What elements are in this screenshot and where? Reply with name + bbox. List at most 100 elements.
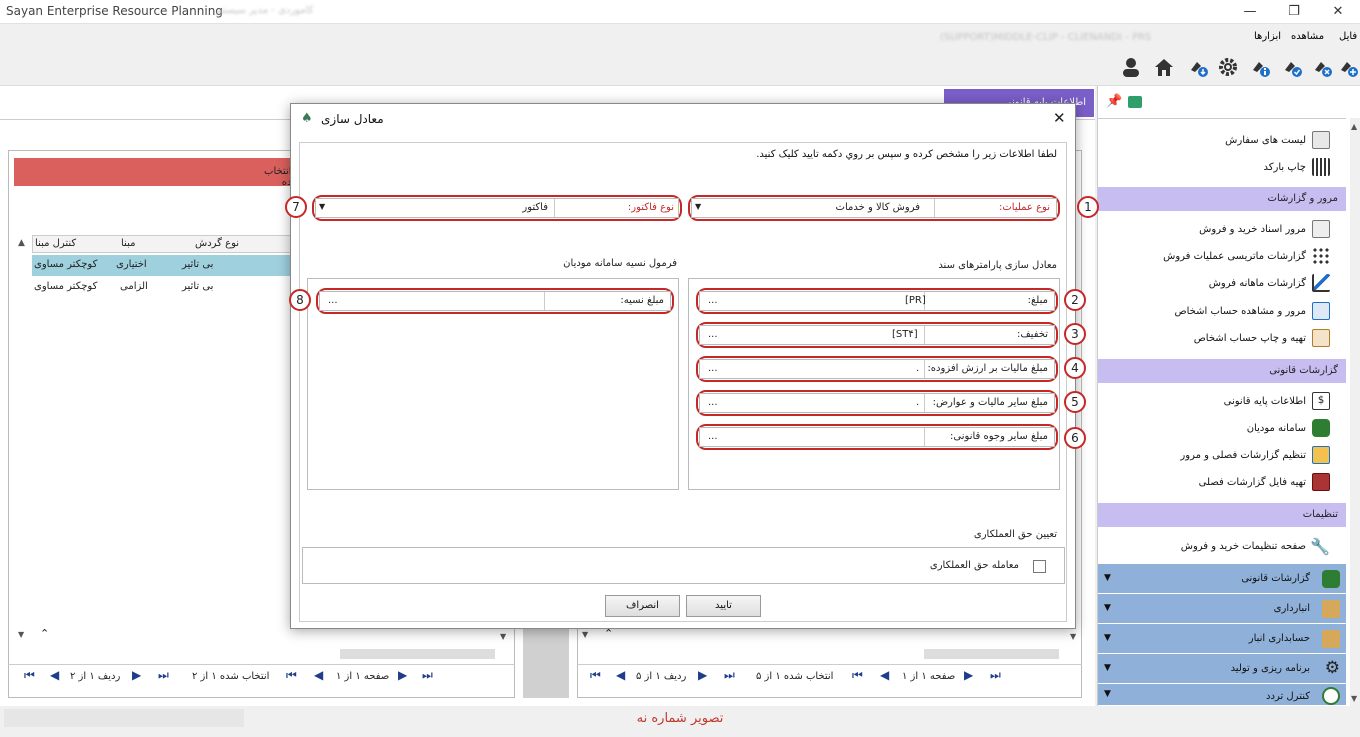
amount-field[interactable]: مبلغ: [PR] ... — [699, 291, 1055, 311]
dropdown-arrow-icon[interactable]: ▼ — [319, 202, 325, 211]
sidebar-item-browse-docs[interactable]: مرور اسناد خرید و فروش — [1098, 216, 1346, 243]
menu-view[interactable]: مشاهده — [1291, 31, 1324, 42]
caption: تصویر شماره نه — [636, 711, 724, 726]
sidebar-section-settings[interactable]: تنظیمات — [1098, 503, 1346, 527]
legal-funds-browse-button[interactable]: ... — [708, 431, 718, 442]
commission-checkbox[interactable] — [1033, 560, 1046, 573]
first-row-icon[interactable]: ⏮ — [24, 668, 35, 683]
scroll-down-icon-2[interactable]: ▼ — [582, 630, 588, 639]
chevron-down-icon: ▼ — [1104, 573, 1111, 583]
module-attendance[interactable]: ▼ کنترل تردد — [1098, 684, 1346, 706]
chevron-down-icon: ▼ — [1104, 633, 1111, 643]
plug-down-icon[interactable] — [1186, 56, 1210, 80]
credit-amount-field[interactable]: مبلغ نسیه: ... — [319, 291, 671, 311]
sidebar-item-label: لیست های سفارش — [1225, 135, 1306, 146]
prev-page-icon[interactable]: ◀ — [314, 668, 323, 682]
next-row-icon[interactable]: ▶ — [132, 668, 141, 682]
discount-value: [ST۴] — [892, 329, 918, 340]
first-row-icon-2[interactable]: ⏮ — [590, 668, 601, 683]
horizontal-scrollbar-2[interactable] — [924, 649, 1059, 659]
next-row-icon-2[interactable]: ▶ — [698, 668, 707, 682]
pin-icon[interactable]: 📌 — [1106, 94, 1122, 109]
scroll-down-icon-sb[interactable]: ▼ — [1351, 694, 1357, 703]
home-icon[interactable] — [1152, 56, 1176, 80]
discount-field[interactable]: تخفیف: [ST۴] ... — [699, 325, 1055, 345]
invoice-type-select[interactable]: نوع فاکتور: فاکتور ▼ — [315, 198, 679, 218]
scroll-up-icon[interactable]: ▲ — [1351, 122, 1357, 131]
other-taxes-field[interactable]: مبلغ سایر مالیات و عوارض: . ... — [699, 393, 1055, 413]
sidebar-item-matrix-reports[interactable]: گزارشات ماتریسی عملیات فروش — [1098, 243, 1346, 270]
other-taxes-browse-button[interactable]: ... — [708, 397, 718, 408]
next-page-icon[interactable]: ▶ — [398, 668, 407, 682]
vat-field[interactable]: مبلغ مالیات بر ارزش افزوده: . ... — [699, 359, 1055, 379]
col-type[interactable]: نوع گردش — [195, 238, 239, 249]
vat-browse-button[interactable]: ... — [708, 363, 718, 374]
col-basis[interactable]: مبنا — [121, 238, 135, 249]
sidebar-item-print-accounts[interactable]: تهیه و چاپ حساب اشخاص — [1098, 325, 1346, 352]
legal-funds-field[interactable]: مبلغ سایر وجوه قانونی: ... — [699, 427, 1055, 447]
last-page-icon[interactable]: ⏭ — [422, 668, 433, 683]
dropdown-arrow-icon[interactable]: ▼ — [695, 202, 701, 211]
prev-page-icon-2[interactable]: ◀ — [880, 668, 889, 682]
sidebar-item-monthly-sales[interactable]: گزارشات ماهانه فروش — [1098, 270, 1346, 297]
module-legal-reports[interactable]: ▼ گزارشات قانونی — [1098, 564, 1346, 594]
prev-row-icon[interactable]: ◀ — [50, 668, 59, 682]
sort-up-icon[interactable]: ▲ — [18, 238, 25, 248]
last-page-icon-2[interactable]: ⏭ — [990, 668, 1001, 683]
sidebar-scrollbar[interactable] — [1350, 118, 1360, 708]
operation-type-select[interactable]: نوع عملیات: فروش کالا و خدمات ▼ — [691, 198, 1057, 218]
prev-row-icon-2[interactable]: ◀ — [616, 668, 625, 682]
cell-type: بی تاثیر — [182, 281, 214, 292]
menu-tools[interactable]: ابزارها — [1254, 31, 1281, 42]
sidebar-item-browse-accounts[interactable]: مرور و مشاهده حساب اشخاص — [1098, 298, 1346, 325]
table-row[interactable]: بی تاثیر الزامی کوچکتر مساوی — [32, 277, 294, 298]
scroll-down-icon[interactable]: ▼ — [18, 630, 24, 639]
sidebar-item-order-lists[interactable]: لیست های سفارش — [1098, 127, 1346, 154]
sidebar-item-seasonal-settings[interactable]: تنظیم گزارشات فصلی و مرور — [1098, 442, 1346, 469]
cell-basis: الزامی — [120, 281, 148, 292]
other-taxes-value: . — [916, 397, 920, 408]
sidebar-item-label: صفحه تنظیمات خرید و فروش — [1180, 541, 1306, 552]
badge-7: 7 — [285, 196, 307, 218]
close-icon[interactable]: ✕ — [1053, 109, 1066, 127]
minimize-icon[interactable]: — — [1228, 2, 1272, 22]
discount-browse-button[interactable]: ... — [708, 329, 718, 340]
restore-icon[interactable]: ❐ — [1272, 2, 1316, 22]
menu-file[interactable]: فایل — [1339, 31, 1357, 42]
cancel-button[interactable]: انصراف — [605, 595, 680, 617]
expand-up-icon[interactable]: ⌃ — [40, 627, 49, 640]
scroll-down-icon-right[interactable]: ▼ — [500, 632, 506, 641]
sidebar-item-purchase-settings[interactable]: 🔧 صفحه تنظیمات خرید و فروش — [1098, 533, 1346, 560]
sidebar-section-legal[interactable]: گزارشات قانونی — [1098, 359, 1346, 383]
plug-check-icon[interactable] — [1280, 56, 1304, 80]
sidebar-item-barcode[interactable]: چاپ بارکد — [1098, 154, 1346, 181]
module-warehouse-accounting[interactable]: ▼ حسابداری انبار — [1098, 624, 1346, 654]
module-warehouse[interactable]: ▼ انبارداری — [1098, 594, 1346, 624]
sidebar-item-seasonal-file[interactable]: تهیه فایل گزارشات فصلی — [1098, 469, 1346, 496]
last-row-icon-2[interactable]: ⏭ — [724, 668, 735, 683]
last-row-icon[interactable]: ⏭ — [158, 668, 169, 683]
gear-icon[interactable] — [1216, 56, 1240, 80]
sidebar-section-reports[interactable]: مرور و گزارشات — [1098, 187, 1346, 211]
sidebar-item-taxpayers[interactable]: سامانه مودیان — [1098, 415, 1346, 442]
plug-remove-icon[interactable] — [1310, 56, 1334, 80]
operation-type-value: فروش کالا و خدمات — [835, 202, 920, 213]
sidebar-logo-icon[interactable] — [1128, 96, 1142, 108]
next-page-icon-2[interactable]: ▶ — [964, 668, 973, 682]
first-page-icon[interactable]: ⏮ — [286, 668, 297, 683]
col-control[interactable]: کنترل مبنا — [35, 238, 76, 249]
ok-button[interactable]: تایید — [686, 595, 761, 617]
plug-add-icon[interactable] — [1336, 56, 1360, 80]
user-icon[interactable] — [1119, 56, 1143, 80]
close-window-icon[interactable]: ✕ — [1316, 2, 1360, 22]
horizontal-scrollbar[interactable] — [340, 649, 495, 659]
module-production-planning[interactable]: ⚙ ▼ برنامه ریزی و تولید — [1098, 654, 1346, 684]
first-page-icon-2[interactable]: ⏮ — [852, 668, 863, 683]
credit-browse-button[interactable]: ... — [328, 295, 338, 306]
wrench-icon: 🔧 — [1310, 537, 1330, 556]
amount-browse-button[interactable]: ... — [708, 295, 718, 306]
plug-info-icon[interactable] — [1248, 56, 1272, 80]
table-row[interactable]: بی تاثیر اختیاری کوچکتر مساوی — [32, 255, 294, 276]
sidebar-item-legal-base[interactable]: $ اطلاعات پایه قانونی — [1098, 388, 1346, 415]
scroll-down-icon-3[interactable]: ▼ — [1070, 632, 1076, 641]
